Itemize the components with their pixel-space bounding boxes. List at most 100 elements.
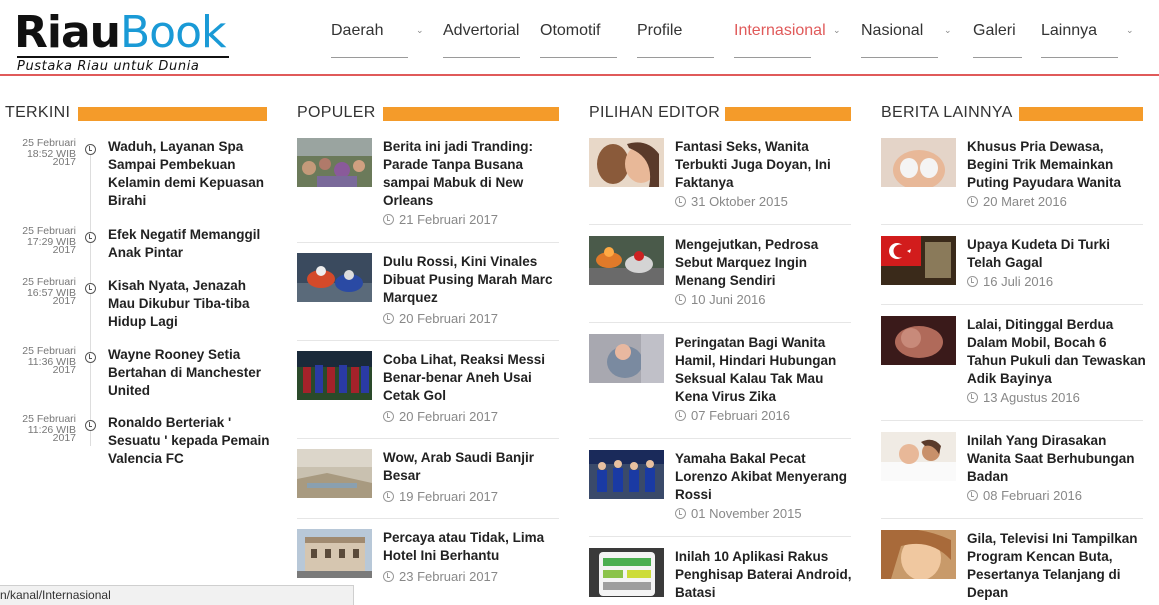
nav-item-profile[interactable]: Profile <box>637 22 714 58</box>
nav-item-otomotif[interactable]: Otomotif <box>540 22 617 58</box>
divider <box>589 536 851 537</box>
nav-label: Nasional <box>861 22 924 39</box>
divider <box>589 224 851 225</box>
article-item[interactable]: Inilah 10 Aplikasi Rakus Penghisap Bater… <box>589 548 852 600</box>
article-item[interactable]: Inilah Yang Dirasakan Wanita Saat Berhub… <box>881 432 1143 512</box>
article-date-text: 07 Februari 2016 <box>691 408 791 423</box>
clock-icon <box>967 276 978 287</box>
nav-label: Galeri <box>973 22 1016 39</box>
timeline-title[interactable]: Efek Negatif Memanggil Anak Pintar <box>108 226 273 262</box>
article-title[interactable]: Coba Lihat, Reaksi Messi Benar-benar Ane… <box>383 351 563 405</box>
article-item[interactable]: Upaya Kudeta Di Turki Telah Gagal 16 Jul… <box>881 236 1143 300</box>
heading-accent-bar <box>1019 107 1143 121</box>
chevron-down-icon[interactable]: ⌄ <box>944 22 954 58</box>
article-date-text: 20 Februari 2017 <box>399 409 499 424</box>
heading-accent-bar <box>725 107 851 121</box>
nav-item-lainnya[interactable]: Lainnya <box>1041 22 1118 58</box>
article-title[interactable]: Gila, Televisi Ini Tampilkan Program Ken… <box>967 530 1147 602</box>
article-date-text: 23 Februari 2017 <box>399 569 499 584</box>
article-item[interactable]: Dulu Rossi, Kini Vinales Dibuat Pusing M… <box>297 253 559 333</box>
article-thumbnail[interactable] <box>589 334 664 383</box>
article-thumbnail[interactable] <box>297 138 372 187</box>
article-item[interactable]: Wow, Arab Saudi Banjir Besar 19 Februari… <box>297 449 559 513</box>
article-date-text: 10 Juni 2016 <box>691 292 766 307</box>
article-item[interactable]: Yamaha Bakal Pecat Lorenzo Akibat Menyer… <box>589 450 851 530</box>
article-title[interactable]: Khusus Pria Dewasa, Begini Trik Memainka… <box>967 138 1147 192</box>
nav-item-daerah[interactable]: Daerah <box>331 22 408 58</box>
clock-icon <box>383 411 394 422</box>
nav-label: Daerah <box>331 22 384 39</box>
article-title[interactable]: Inilah 10 Aplikasi Rakus Penghisap Bater… <box>675 548 855 602</box>
section-heading-label: PILIHAN EDITOR <box>589 104 721 121</box>
article-date-text: 31 Oktober 2015 <box>691 194 788 209</box>
article-date-text: 16 Juli 2016 <box>983 274 1054 289</box>
divider <box>297 340 559 341</box>
article-item[interactable]: Fantasi Seks, Wanita Terbukti Juga Doyan… <box>589 138 851 218</box>
divider <box>297 518 559 519</box>
nav-item-internasional[interactable]: Internasional <box>734 22 826 58</box>
article-title[interactable]: Lalai, Ditinggal Berdua Dalam Mobil, Boc… <box>967 316 1147 388</box>
article-thumbnail[interactable] <box>589 450 664 499</box>
timeline-date: 25 Februari 18:52 WIB 2017 <box>18 138 76 168</box>
clock-icon <box>675 196 686 207</box>
logo-text-book: Book <box>119 7 227 58</box>
article-title[interactable]: Percaya atau Tidak, Lima Hotel Ini Berha… <box>383 529 563 565</box>
clock-icon <box>967 392 978 403</box>
article-thumbnail[interactable] <box>881 138 956 187</box>
article-date: 20 Februari 2017 <box>383 311 498 326</box>
chevron-down-icon[interactable]: ⌄ <box>833 22 843 58</box>
timeline-title[interactable]: Kisah Nyata, Jenazah Mau Dikubur Tiba-ti… <box>108 277 273 331</box>
article-title[interactable]: Peringatan Bagi Wanita Hamil, Hindari Hu… <box>675 334 855 406</box>
article-thumbnail[interactable] <box>881 316 956 365</box>
article-item[interactable]: Khusus Pria Dewasa, Begini Trik Memainka… <box>881 138 1143 218</box>
article-thumbnail[interactable] <box>589 138 664 187</box>
article-thumbnail[interactable] <box>297 351 372 400</box>
nav-item-galeri[interactable]: Galeri <box>973 22 1022 58</box>
divider <box>589 438 851 439</box>
site-header: RiauBook Pustaka Riau untuk Dunia Daerah… <box>0 0 1159 76</box>
nav-label: Internasional <box>734 22 826 39</box>
nav-item-advertorial[interactable]: Advertorial <box>443 22 520 58</box>
clock-icon <box>383 571 394 582</box>
article-item[interactable]: Peringatan Bagi Wanita Hamil, Hindari Hu… <box>589 334 851 423</box>
timeline-title[interactable]: Waduh, Layanan Spa Sampai Pembekuan Kela… <box>108 138 273 210</box>
article-title[interactable]: Wow, Arab Saudi Banjir Besar <box>383 449 563 485</box>
timeline-title[interactable]: Ronaldo Berteriak ' Sesuatu ' kepada Pem… <box>108 414 273 468</box>
chevron-down-icon[interactable]: ⌄ <box>416 22 426 58</box>
chevron-down-icon[interactable]: ⌄ <box>1126 22 1136 58</box>
article-thumbnail[interactable] <box>881 236 956 285</box>
nav-label: Lainnya <box>1041 22 1098 39</box>
article-title[interactable]: Berita ini jadi Tranding: Parade Tanpa B… <box>383 138 563 210</box>
article-item[interactable]: Gila, Televisi Ini Tampilkan Program Ken… <box>881 530 1143 602</box>
timeline-title[interactable]: Wayne Rooney Setia Bertahan di Mancheste… <box>108 346 273 400</box>
article-date-text: 01 November 2015 <box>691 506 802 521</box>
article-item[interactable]: Coba Lihat, Reaksi Messi Benar-benar Ane… <box>297 351 559 431</box>
article-title[interactable]: Fantasi Seks, Wanita Terbukti Juga Doyan… <box>675 138 855 192</box>
article-title[interactable]: Mengejutkan, Pedrosa Sebut Marquez Ingin… <box>675 236 855 290</box>
article-thumbnail[interactable] <box>297 253 372 302</box>
article-thumbnail[interactable] <box>589 548 664 597</box>
article-thumbnail[interactable] <box>881 530 956 579</box>
article-item[interactable]: Mengejutkan, Pedrosa Sebut Marquez Ingin… <box>589 236 851 316</box>
article-thumbnail[interactable] <box>589 236 664 285</box>
divider <box>297 242 559 243</box>
article-thumbnail[interactable] <box>297 449 372 498</box>
section-heading-pilihan-editor: PILIHAN EDITOR <box>589 104 851 124</box>
timeline-date: 25 Februari 17:29 WIB 2017 <box>18 226 76 256</box>
divider <box>881 304 1143 305</box>
timeline-date: 25 Februari 11:36 WIB 2017 <box>18 346 76 376</box>
article-thumbnail[interactable] <box>881 432 956 481</box>
timeline-date: 25 Februari 16:57 WIB 2017 <box>18 277 76 307</box>
article-item[interactable]: Percaya atau Tidak, Lima Hotel Ini Berha… <box>297 529 559 585</box>
article-title[interactable]: Upaya Kudeta Di Turki Telah Gagal <box>967 236 1147 272</box>
article-thumbnail[interactable] <box>297 529 372 578</box>
article-title[interactable]: Yamaha Bakal Pecat Lorenzo Akibat Menyer… <box>675 450 855 504</box>
article-item[interactable]: Lalai, Ditinggal Berdua Dalam Mobil, Boc… <box>881 316 1146 412</box>
divider <box>881 518 1143 519</box>
site-logo[interactable]: RiauBook Pustaka Riau untuk Dunia <box>14 7 229 74</box>
nav-item-nasional[interactable]: Nasional <box>861 22 938 58</box>
clock-icon <box>967 196 978 207</box>
article-title[interactable]: Inilah Yang Dirasakan Wanita Saat Berhub… <box>967 432 1147 486</box>
article-title[interactable]: Dulu Rossi, Kini Vinales Dibuat Pusing M… <box>383 253 563 307</box>
article-item[interactable]: Berita ini jadi Tranding: Parade Tanpa B… <box>297 138 559 238</box>
